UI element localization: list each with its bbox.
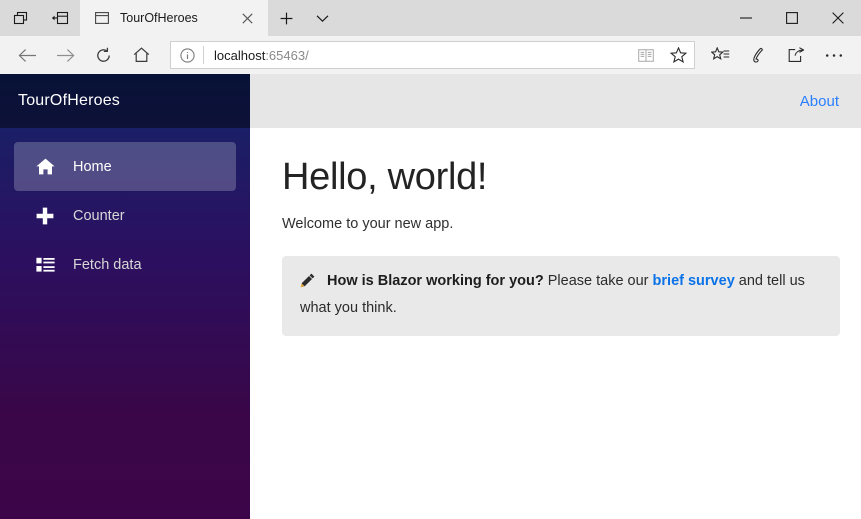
- window-controls: [723, 0, 861, 36]
- forward-button[interactable]: [46, 39, 84, 71]
- tab-title: TourOfHeroes: [120, 11, 198, 25]
- survey-alert: How is Blazor working for you? Please ta…: [282, 255, 840, 336]
- titlebar-drag-region: [340, 0, 723, 36]
- sidebar-item-label: Counter: [73, 207, 125, 224]
- browser-toolbar-right: [701, 39, 853, 71]
- reading-view-icon[interactable]: [630, 42, 662, 68]
- browser-titlebar: TourOfHeroes: [0, 0, 861, 36]
- pencil-icon: [300, 273, 315, 297]
- app-sidebar: TourOfHeroes Home Counter Fetch data: [0, 74, 250, 519]
- sidebar-nav-list: Home Counter Fetch data: [0, 128, 250, 289]
- home-icon: [35, 158, 55, 175]
- app-content-column: About Hello, world! Welcome to your new …: [250, 74, 861, 519]
- close-window-button[interactable]: [815, 0, 861, 36]
- survey-text-before: Please take our: [543, 272, 653, 289]
- survey-question: How is Blazor working for you?: [327, 272, 544, 289]
- home-button[interactable]: [122, 39, 160, 71]
- sidebar-item-label: Fetch data: [73, 256, 142, 273]
- back-button[interactable]: [8, 39, 46, 71]
- close-icon[interactable]: [234, 5, 260, 31]
- url-host: localhost: [214, 47, 266, 63]
- favorite-star-icon[interactable]: [662, 42, 694, 68]
- refresh-button[interactable]: [84, 39, 122, 71]
- address-bar-actions: [630, 42, 694, 68]
- about-link[interactable]: About: [800, 93, 839, 110]
- app-topbar: About: [250, 74, 861, 128]
- page-viewport: TourOfHeroes Home Counter Fetch data Abo…: [0, 74, 861, 519]
- url-path: :65463/: [265, 47, 309, 63]
- brand-title[interactable]: TourOfHeroes: [18, 92, 120, 110]
- sidebar-item-fetch-data[interactable]: Fetch data: [14, 240, 236, 289]
- new-tab-button[interactable]: [268, 0, 304, 36]
- browser-chrome: TourOfHeroes localhost:65463/: [0, 0, 861, 74]
- address-bar[interactable]: localhost:65463/: [170, 41, 695, 69]
- site-info-icon[interactable]: [171, 47, 203, 63]
- settings-more-icon[interactable]: [815, 39, 853, 71]
- minimize-button[interactable]: [723, 0, 769, 36]
- sidebar-header: TourOfHeroes: [0, 74, 250, 128]
- sidebar-item-label: Home: [73, 158, 112, 175]
- share-icon[interactable]: [777, 39, 815, 71]
- sidebar-item-counter[interactable]: Counter: [14, 191, 236, 240]
- list-icon: [35, 257, 55, 273]
- tab-previews-icon[interactable]: [0, 0, 40, 36]
- page-title: Hello, world!: [282, 156, 488, 198]
- maximize-button[interactable]: [769, 0, 815, 36]
- app-main-content: Hello, world! Welcome to your new app. H…: [250, 128, 861, 336]
- plus-icon: [35, 207, 55, 225]
- set-tabs-aside-icon[interactable]: [40, 0, 80, 36]
- browser-tab[interactable]: TourOfHeroes: [80, 0, 268, 36]
- brief-survey-link[interactable]: brief survey: [653, 273, 735, 289]
- browser-navigation-bar: localhost:65463/: [0, 36, 861, 74]
- page-lead-text: Welcome to your new app.: [282, 215, 454, 232]
- web-notes-icon[interactable]: [739, 39, 777, 71]
- sidebar-item-home[interactable]: Home: [14, 142, 236, 191]
- page-icon: [94, 10, 110, 26]
- chevron-down-icon[interactable]: [304, 0, 340, 36]
- url-text[interactable]: localhost:65463/: [204, 48, 630, 63]
- hub-favorites-icon[interactable]: [701, 39, 739, 71]
